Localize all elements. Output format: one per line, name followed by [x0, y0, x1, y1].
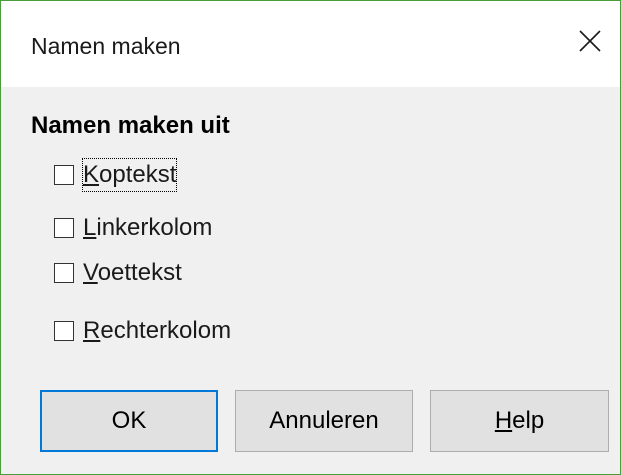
right-column-checkbox[interactable]	[54, 321, 74, 341]
option-footer[interactable]: Voettekst	[54, 257, 182, 289]
close-button[interactable]	[560, 11, 620, 71]
close-icon	[579, 30, 601, 52]
left-column-checkbox[interactable]	[54, 218, 74, 238]
right-column-label[interactable]: Rechterkolom	[83, 315, 231, 347]
title-bar: Namen maken	[1, 1, 620, 87]
cancel-button[interactable]: Annuleren	[235, 390, 413, 452]
footer-label[interactable]: Voettekst	[83, 257, 182, 289]
section-heading: Namen maken uit	[31, 112, 230, 139]
header-checkbox[interactable]	[54, 165, 74, 185]
left-column-label[interactable]: Linkerkolom	[83, 212, 212, 244]
ok-button[interactable]: OK	[40, 390, 218, 452]
header-label[interactable]: Koptekst	[81, 158, 178, 192]
option-right-column[interactable]: Rechterkolom	[54, 315, 231, 347]
dialog-title: Namen maken	[31, 33, 181, 59]
create-names-dialog: Namen maken Namen maken uit Koptekst Lin…	[0, 0, 621, 475]
option-left-column[interactable]: Linkerkolom	[54, 212, 212, 244]
option-header[interactable]: Koptekst	[54, 158, 178, 192]
help-button[interactable]: Help	[430, 390, 609, 452]
footer-checkbox[interactable]	[54, 263, 74, 283]
